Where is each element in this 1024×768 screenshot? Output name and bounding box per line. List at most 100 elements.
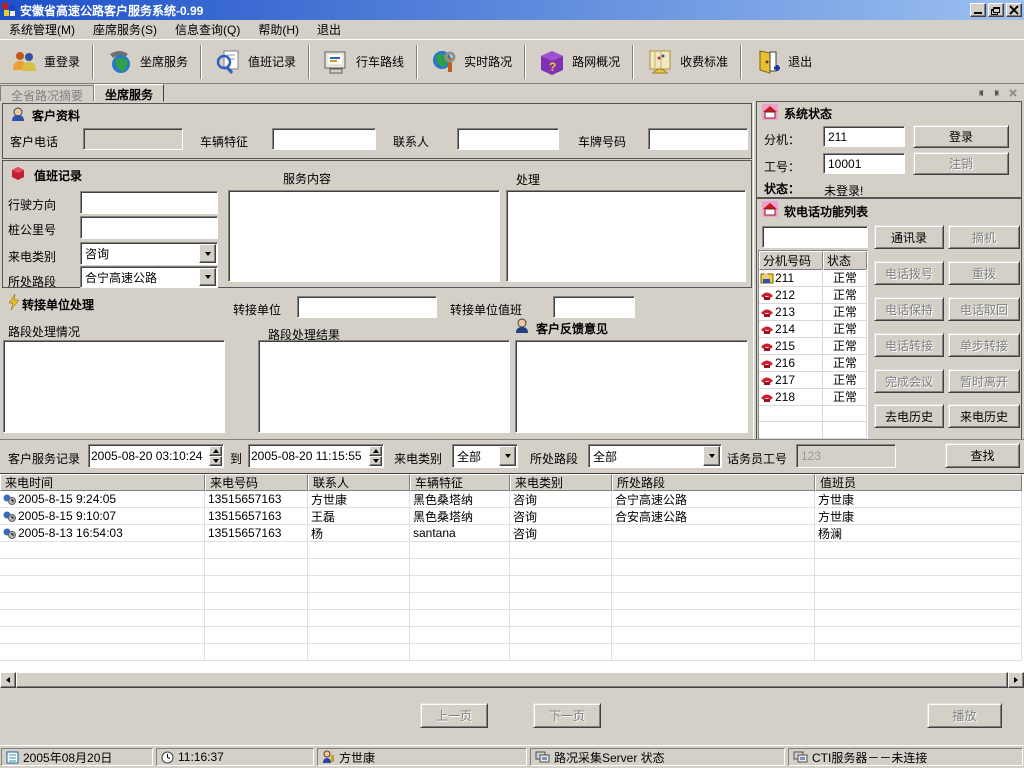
transfer-unit-input[interactable] — [297, 296, 437, 318]
customer-phone-input[interactable] — [83, 128, 183, 150]
retrieve-button[interactable]: 电话取回 — [948, 297, 1020, 321]
col-call-time[interactable]: 来电时间 — [0, 474, 205, 491]
route-icon — [322, 48, 350, 76]
extension-row[interactable]: 211 正常 — [759, 269, 867, 286]
toolbar-route[interactable]: 行车路线 — [312, 43, 414, 81]
query-road-combo[interactable]: 全部 — [588, 444, 722, 468]
spin-down-icon[interactable] — [369, 456, 382, 466]
col-vehicle[interactable]: 车辆特征 — [410, 474, 510, 491]
scroll-right-icon[interactable] — [1008, 672, 1024, 688]
menu-exit[interactable]: 退出 — [308, 19, 350, 40]
redial-button[interactable]: 重拨 — [948, 261, 1020, 285]
transfer-button[interactable]: 电话转接 — [874, 333, 944, 357]
extension-row[interactable]: 213 正常 — [759, 303, 867, 320]
to-datetime-picker[interactable]: 2005-08-20 11:15:55 — [248, 444, 384, 468]
dropdown-arrow-icon[interactable] — [199, 244, 216, 263]
contact-input[interactable] — [457, 128, 559, 150]
plate-input[interactable] — [648, 128, 748, 150]
section-result-textarea[interactable] — [258, 340, 510, 433]
extension-row[interactable]: 212 正常 — [759, 286, 867, 303]
query-road-label: 所处路段 — [530, 450, 578, 467]
dropdown-arrow-icon[interactable] — [199, 268, 216, 286]
scroll-left-icon[interactable] — [0, 672, 16, 688]
restore-button[interactable] — [988, 3, 1004, 17]
from-datetime-picker[interactable]: 2005-08-20 03:10:24 — [88, 444, 224, 468]
dial-button[interactable]: 电话拨号 — [874, 261, 944, 285]
outgoing-history-button[interactable]: 去电历史 — [874, 404, 944, 428]
tab-scroll-left-icon[interactable] — [974, 86, 988, 99]
close-button[interactable] — [1006, 3, 1022, 17]
operator-id-input[interactable] — [796, 444, 896, 468]
record-row[interactable]: 2005-8-15 9:10:07 13515657163 王磊 黑色桑塔纳 咨… — [0, 508, 1024, 525]
search-button[interactable]: 查找 — [945, 443, 1020, 468]
finish-conference-button[interactable]: 完成会议 — [874, 369, 944, 393]
dropdown-arrow-icon[interactable] — [499, 446, 516, 466]
col-call-type[interactable]: 来电类别 — [510, 474, 612, 491]
query-call-type-combo[interactable]: 全部 — [452, 444, 518, 468]
prev-page-button[interactable]: 上一页 — [420, 703, 488, 728]
logout-button[interactable]: 注销 — [913, 152, 1009, 175]
tab-agent-service[interactable]: 坐席服务 — [94, 84, 164, 102]
col-duty-officer[interactable]: 值班员 — [815, 474, 1022, 491]
km-input[interactable] — [80, 216, 218, 239]
toolbar-realtime-traffic[interactable]: 实时路况 — [420, 43, 522, 81]
contact-label: 联系人 — [393, 133, 429, 150]
minimize-button[interactable] — [970, 3, 986, 17]
tab-close-icon[interactable] — [1006, 86, 1020, 99]
call-type-combo[interactable]: 咨询 — [80, 242, 218, 265]
dial-number-input[interactable] — [762, 226, 868, 248]
ext-status-header[interactable]: 状态 — [823, 251, 867, 270]
single-step-transfer-button[interactable]: 单步转接 — [948, 333, 1020, 357]
offhook-button[interactable]: 摘机 — [948, 225, 1020, 249]
tab-province-traffic-summary[interactable]: 全省路况摘要 — [0, 85, 94, 101]
extension-input[interactable] — [823, 126, 905, 147]
menu-system[interactable]: 系统管理(M) — [0, 19, 84, 40]
record-row[interactable]: 2005-8-15 9:24:05 13515657163 方世康 黑色桑塔纳 … — [0, 491, 1024, 508]
handle-textarea[interactable] — [506, 190, 746, 282]
table-horizontal-scrollbar[interactable] — [0, 672, 1024, 688]
contacts-button[interactable]: 通讯录 — [874, 225, 944, 249]
col-call-number[interactable]: 来电号码 — [205, 474, 308, 491]
transfer-unit-duty-input[interactable] — [553, 296, 635, 318]
login-button[interactable]: 登录 — [913, 125, 1009, 148]
vehicle-input[interactable] — [272, 128, 376, 150]
service-content-textarea[interactable] — [228, 190, 500, 282]
hold-button[interactable]: 电话保持 — [874, 297, 944, 321]
toolbar-toll-standard[interactable]: 收费标准 — [636, 43, 738, 81]
scrollbar-thumb[interactable] — [16, 672, 1008, 688]
menu-help[interactable]: 帮助(H) — [249, 19, 308, 40]
road-section-combo[interactable]: 合宁高速公路 — [80, 266, 218, 288]
worker-id-input[interactable] — [823, 153, 905, 174]
spin-down-icon[interactable] — [209, 456, 222, 466]
toolbar-exit[interactable]: 退出 — [744, 43, 822, 81]
extension-row[interactable]: 218 正常 — [759, 388, 867, 405]
next-page-button[interactable]: 下一页 — [533, 703, 601, 728]
direction-input[interactable] — [80, 191, 218, 214]
extension-row[interactable]: 214 正常 — [759, 320, 867, 337]
extension-row[interactable]: 215 正常 — [759, 337, 867, 354]
play-button[interactable]: 播放 — [927, 703, 1002, 728]
section-situation-textarea[interactable] — [3, 340, 225, 433]
feedback-textarea[interactable] — [515, 340, 748, 433]
menu-info-query[interactable]: 信息查询(Q) — [166, 19, 249, 40]
col-road-section[interactable]: 所处路段 — [612, 474, 815, 491]
ext-number-header[interactable]: 分机号码 — [759, 251, 823, 270]
spin-up-icon[interactable] — [369, 446, 382, 456]
toolbar-agent-service[interactable]: 坐席服务 — [96, 43, 198, 81]
extension-row-empty — [759, 405, 867, 422]
away-button[interactable]: 暂时离开 — [948, 369, 1020, 393]
extension-row[interactable]: 216 正常 — [759, 354, 867, 371]
toolbar-road-network[interactable]: ? 路网概况 — [528, 43, 630, 81]
toolbar-relogin[interactable]: 重登录 — [0, 43, 90, 81]
vehicle-label: 车辆特征 — [200, 133, 248, 150]
col-contact[interactable]: 联系人 — [308, 474, 410, 491]
spin-up-icon[interactable] — [209, 446, 222, 456]
record-row[interactable]: 2005-8-13 16:54:03 13515657163 杨 santana… — [0, 525, 1024, 542]
menu-agent-service[interactable]: 座席服务(S) — [84, 19, 166, 40]
dropdown-arrow-icon[interactable] — [703, 446, 720, 466]
tab-scroll-right-icon[interactable] — [990, 86, 1004, 99]
incoming-history-button[interactable]: 来电历史 — [948, 404, 1020, 428]
toolbar-duty-record[interactable]: 值班记录 — [204, 43, 306, 81]
extension-row[interactable]: 217 正常 — [759, 371, 867, 388]
phone-icon — [760, 373, 774, 386]
